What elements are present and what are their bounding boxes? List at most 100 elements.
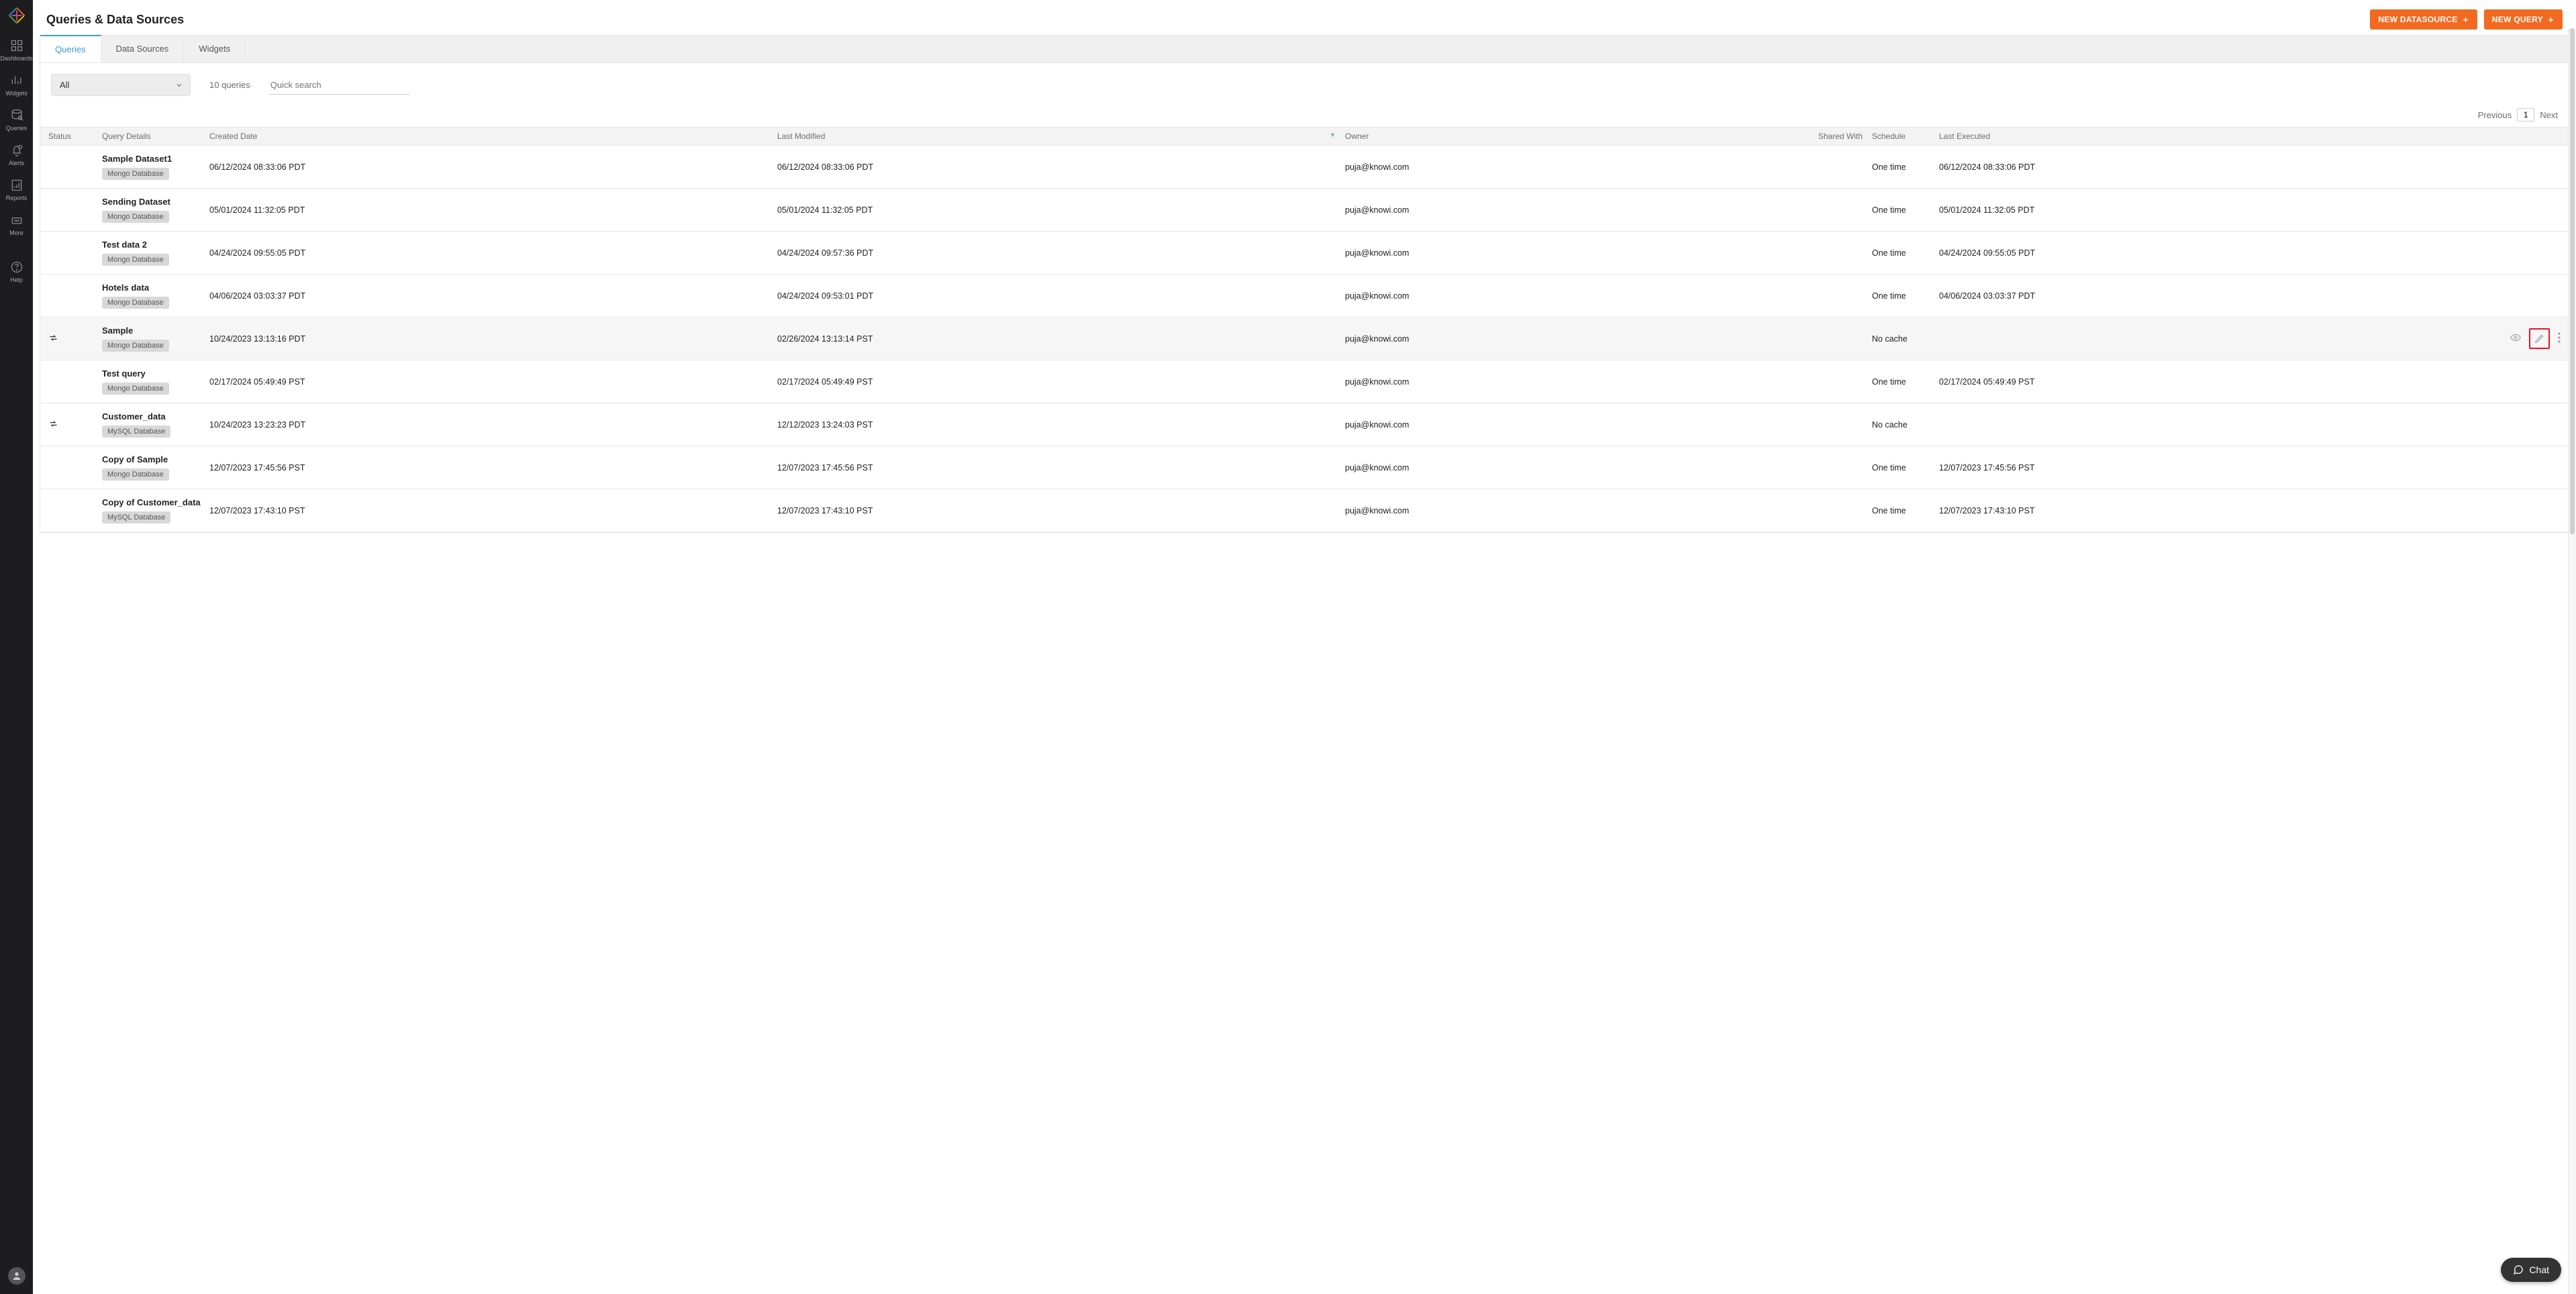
cell-modified: 12/12/2023 13:24:03 PST — [777, 420, 1345, 430]
datasource-badge: MySQL Database — [102, 511, 170, 524]
datasource-badge: Mongo Database — [102, 297, 169, 309]
table-row[interactable]: Sample Dataset1Mongo Database06/12/2024 … — [40, 146, 2569, 189]
cell-created: 10/24/2023 13:13:16 PDT — [209, 334, 777, 344]
cell-owner: puja@knowi.com — [1345, 248, 1818, 258]
cell-owner: puja@knowi.com — [1345, 506, 1818, 515]
queries-table: Status Query Details Created Date Last M… — [40, 127, 2569, 532]
table-row[interactable]: Copy of Customer_dataMySQL Database12/07… — [40, 489, 2569, 532]
button-label: NEW DATASOURCE — [2378, 15, 2457, 24]
cell-modified: 04/24/2024 09:53:01 PDT — [777, 291, 1345, 301]
sidebar-item-label: Alerts — [9, 160, 24, 166]
view-button[interactable] — [2510, 332, 2521, 345]
new-datasource-button[interactable]: NEW DATASOURCE — [2370, 9, 2477, 30]
sidebar-item-alerts[interactable]: Alerts — [0, 137, 33, 172]
sidebar-item-more[interactable]: More — [0, 207, 33, 242]
col-label: Last Modified — [777, 132, 825, 141]
table-row[interactable]: Sending DatasetMongo Database05/01/2024 … — [40, 189, 2569, 232]
pager-previous[interactable]: Previous — [2478, 110, 2512, 120]
tabs-container: Queries Data Sources Widgets All 10 quer… — [40, 35, 2569, 533]
cell-owner: puja@knowi.com — [1345, 162, 1818, 172]
col-status[interactable]: Status — [48, 132, 102, 141]
cell-exec: 06/12/2024 08:33:06 PDT — [1939, 162, 2507, 172]
table-row[interactable]: Copy of SampleMongo Database12/07/2023 1… — [40, 446, 2569, 489]
sidebar-item-help[interactable]: Help — [0, 254, 33, 289]
query-count: 10 queries — [209, 80, 250, 90]
cell-schedule: One time — [1872, 205, 1939, 215]
sidebar-item-reports[interactable]: Reports — [0, 172, 33, 207]
tab-widgets[interactable]: Widgets — [184, 36, 246, 62]
cell-owner: puja@knowi.com — [1345, 205, 1818, 215]
more-icon — [10, 213, 23, 227]
filter-value: All — [60, 80, 69, 90]
datasource-badge: Mongo Database — [102, 468, 169, 481]
cell-owner: puja@knowi.com — [1345, 334, 1818, 344]
cell-owner: puja@knowi.com — [1345, 291, 1818, 301]
chat-icon — [2513, 1264, 2524, 1275]
help-icon — [10, 260, 23, 274]
datasource-badge: Mongo Database — [102, 168, 169, 180]
cell-exec: 05/01/2024 11:32:05 PDT — [1939, 205, 2507, 215]
col-modified[interactable]: Last Modified ▼ — [777, 132, 1345, 141]
more-actions-button[interactable] — [2558, 332, 2561, 345]
col-schedule[interactable]: Schedule — [1872, 132, 1939, 141]
pager-page-input[interactable] — [2517, 108, 2534, 121]
pencil-icon — [2534, 334, 2544, 344]
datasource-badge: Mongo Database — [102, 254, 169, 266]
tab-queries[interactable]: Queries — [40, 35, 101, 62]
table-row[interactable]: Hotels dataMongo Database04/06/2024 03:0… — [40, 275, 2569, 317]
col-created[interactable]: Created Date — [209, 132, 777, 141]
cell-exec: 04/24/2024 09:55:05 PDT — [1939, 248, 2507, 258]
col-exec[interactable]: Last Executed — [1939, 132, 2507, 141]
kebab-icon — [2558, 332, 2561, 343]
sidebar-item-dashboards[interactable]: Dashboards — [0, 32, 33, 67]
new-query-button[interactable]: NEW QUERY — [2484, 9, 2563, 30]
sidebar-item-queries[interactable]: Queries — [0, 102, 33, 137]
pager-next[interactable]: Next — [2540, 110, 2558, 120]
cell-modified: 04/24/2024 09:57:36 PDT — [777, 248, 1345, 258]
user-avatar[interactable] — [8, 1267, 26, 1285]
cell-exec: 04/06/2024 03:03:37 PDT — [1939, 291, 2507, 301]
main: Queries & Data Sources NEW DATASOURCE NE… — [33, 0, 2576, 1294]
button-label: NEW QUERY — [2492, 15, 2543, 24]
cell-schedule: No cache — [1872, 420, 1939, 430]
col-shared[interactable]: Shared With — [1818, 132, 1872, 141]
sidebar-item-widgets[interactable]: Widgets — [0, 67, 33, 102]
plus-icon — [2547, 16, 2555, 23]
plus-icon — [2462, 16, 2469, 23]
cell-schedule: One time — [1872, 248, 1939, 258]
table-row[interactable]: Test queryMongo Database02/17/2024 05:49… — [40, 360, 2569, 403]
datasource-badge: Mongo Database — [102, 340, 169, 352]
page-title: Queries & Data Sources — [46, 13, 184, 27]
chevron-down-icon — [175, 81, 183, 89]
table-row[interactable]: Customer_dataMySQL Database10/24/2023 13… — [40, 403, 2569, 446]
cell-modified: 02/26/2024 13:13:14 PST — [777, 334, 1345, 344]
scrollbar-thumb[interactable] — [2570, 28, 2575, 534]
widgets-icon — [10, 74, 23, 87]
app-logo — [7, 5, 27, 26]
query-name: Customer_data — [102, 411, 209, 421]
pager: Previous Next — [40, 100, 2569, 127]
col-details[interactable]: Query Details — [102, 132, 209, 141]
cell-owner: puja@knowi.com — [1345, 377, 1818, 387]
table-row[interactable]: Test data 2Mongo Database04/24/2024 09:5… — [40, 232, 2569, 275]
edit-button[interactable] — [2529, 328, 2550, 349]
cell-schedule: No cache — [1872, 334, 1939, 344]
cell-created: 12/07/2023 17:45:56 PST — [209, 463, 777, 472]
table-row[interactable]: Sample Mongo Database 10/24/2023 13:13:16 … — [40, 317, 2569, 360]
tab-data-sources[interactable]: Data Sources — [101, 36, 185, 62]
query-name: Sample — [102, 326, 209, 336]
scrollbar[interactable] — [2568, 28, 2576, 1294]
chat-button[interactable]: Chat — [2501, 1258, 2561, 1282]
cell-owner: puja@knowi.com — [1345, 420, 1818, 430]
tabs: Queries Data Sources Widgets — [40, 36, 2569, 63]
sidebar-item-label: Queries — [6, 125, 28, 132]
page-header: Queries & Data Sources NEW DATASOURCE NE… — [33, 0, 2576, 35]
filter-select[interactable]: All — [51, 74, 191, 96]
sidebar-item-label: Reports — [6, 195, 28, 201]
sidebar-item-label: Help — [10, 277, 23, 283]
user-icon — [11, 1271, 22, 1281]
cell-created: 12/07/2023 17:43:10 PST — [209, 506, 777, 515]
cell-created: 06/12/2024 08:33:06 PDT — [209, 162, 777, 172]
col-owner[interactable]: Owner — [1345, 132, 1818, 141]
search-input[interactable] — [269, 76, 410, 95]
